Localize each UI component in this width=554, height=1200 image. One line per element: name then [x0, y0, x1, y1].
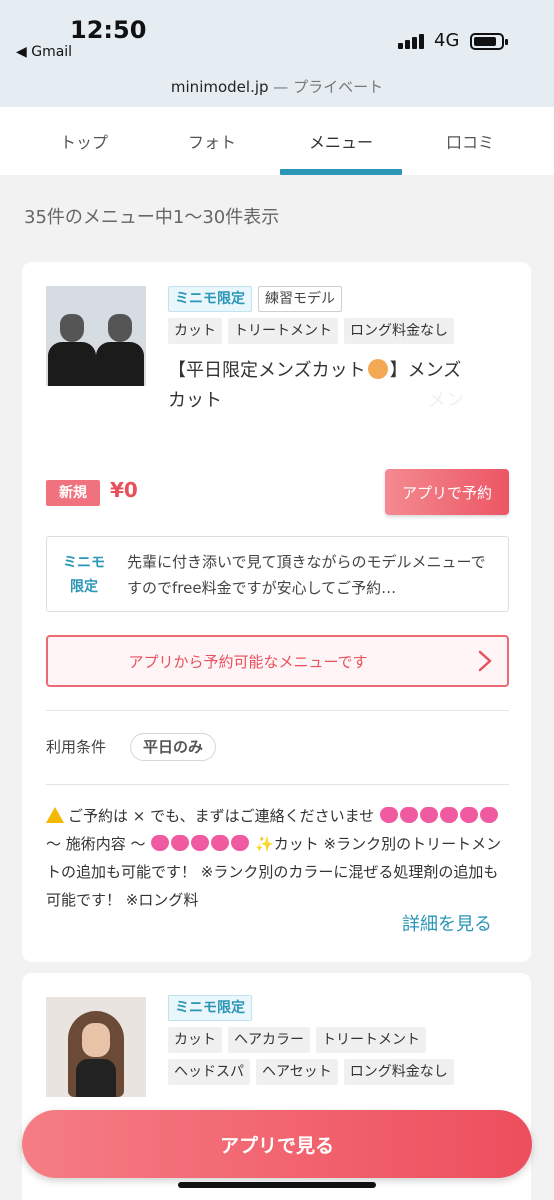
- page-content: トップ フォト メニュー 口コミ 35件のメニュー中1〜30件表示 ミニモ限定 …: [0, 107, 554, 1200]
- model-photo-face: [82, 1023, 110, 1057]
- menu-thumbnail[interactable]: [46, 997, 146, 1097]
- active-tab-indicator: [280, 169, 402, 175]
- menu-thumbnail[interactable]: [46, 286, 146, 386]
- model-photo-clothes: [76, 1059, 116, 1097]
- minimo-limited-label: ミニモ限定: [63, 555, 105, 595]
- browser-top-bar: 12:50 ◀ Gmail 4G minimodel.jp — プライベート: [0, 0, 554, 107]
- url-private-label: — プライベート: [268, 78, 384, 96]
- heart-icon: [231, 835, 250, 851]
- tag-category: カット: [168, 318, 222, 344]
- battery-icon: [470, 33, 508, 50]
- tag-category: カット: [168, 1027, 222, 1053]
- tag-category: ロング料金なし: [344, 318, 454, 344]
- model-photo-figure: [96, 314, 144, 386]
- tag-category: ヘアカラー: [228, 1027, 310, 1053]
- back-to-app-link[interactable]: ◀ Gmail: [16, 44, 72, 60]
- heart-icon: [151, 835, 170, 851]
- signal-icon: [398, 34, 424, 49]
- tag-category: ヘアセット: [256, 1059, 338, 1085]
- divider: [46, 710, 509, 711]
- result-count: 35件のメニュー中1〜30件表示: [24, 207, 280, 228]
- heart-icon: [440, 807, 458, 823]
- menu-tags: ミニモ限定 練習モデル カット トリートメント ロング料金なし: [168, 286, 508, 350]
- barber-emoji-icon: [367, 359, 388, 379]
- heart-icon: [171, 835, 190, 851]
- heart-icon: [191, 835, 210, 851]
- menu-title-part: 【平日限定メンズカット: [168, 360, 366, 381]
- divider: [46, 784, 509, 785]
- condition-label: 利用条件: [46, 738, 107, 756]
- description-text: ご予約は × でも、まずはご連絡くださいませ: [68, 807, 375, 825]
- app-only-notice[interactable]: アプリから予約可能なメニューです: [46, 635, 509, 687]
- menu-tags: ミニモ限定 カット ヘアカラー トリートメント ヘッドスパ ヘアセット ロング料…: [168, 995, 508, 1091]
- menu-title-part: 】メンズ: [389, 360, 462, 381]
- heart-icon: [460, 807, 478, 823]
- menu-description: ご予約は × でも、まずはご連絡くださいませ 〜 施術内容 〜 ✨カット ※ラン…: [46, 802, 502, 914]
- model-photo-figure: [48, 314, 96, 386]
- tag-minimo-limited: ミニモ限定: [168, 995, 252, 1021]
- minimo-limited-text: 先輩に付き添いで見て頂きながらのモデルメニューですのでfree料金ですが安心して…: [127, 553, 486, 597]
- heart-icon: [400, 807, 418, 823]
- tag-category: トリートメント: [316, 1027, 426, 1053]
- condition-pill: 平日のみ: [130, 733, 217, 761]
- warning-icon: [46, 807, 64, 823]
- home-indicator: [178, 1182, 376, 1188]
- app-only-notice-text: アプリから予約可能なメニューです: [128, 653, 368, 671]
- chevron-right-icon: [478, 650, 492, 672]
- tag-minimo-limited: ミニモ限定: [168, 286, 252, 312]
- heart-icon: [211, 835, 230, 851]
- tag-category: トリートメント: [228, 318, 338, 344]
- heart-icon: [380, 807, 398, 823]
- tag-category: ロング料金なし: [343, 1059, 454, 1085]
- see-details-link[interactable]: 詳細を見る: [402, 910, 492, 936]
- view-in-app-button[interactable]: アプリで見る: [22, 1110, 532, 1178]
- description-text: 〜 施術内容 〜: [46, 835, 146, 853]
- new-customer-badge: 新規: [46, 480, 100, 506]
- tab-bar: トップ フォト メニュー 口コミ: [0, 107, 554, 175]
- tag-category: ヘッドスパ: [168, 1059, 250, 1085]
- menu-price: ¥0: [110, 478, 138, 502]
- network-type: 4G: [434, 30, 460, 51]
- menu-card[interactable]: ミニモ限定 練習モデル カット トリートメント ロング料金なし 【平日限定メンズ…: [22, 262, 531, 962]
- menu-title[interactable]: 【平日限定メンズカット 】メンズ カット メン: [168, 356, 508, 416]
- tab-reviews[interactable]: 口コミ: [410, 129, 530, 153]
- tab-photo[interactable]: フォト: [152, 129, 272, 153]
- heart-icon: [420, 807, 438, 823]
- reserve-in-app-button[interactable]: アプリで予約: [385, 469, 509, 515]
- tab-menu[interactable]: メニュー: [281, 129, 401, 153]
- url-bar[interactable]: minimodel.jp — プライベート: [0, 76, 554, 97]
- url-domain: minimodel.jp: [170, 78, 269, 96]
- tag-practice-model: 練習モデル: [258, 286, 342, 312]
- heart-icon: [480, 807, 498, 823]
- menu-title-part: カット: [168, 390, 222, 411]
- tab-top[interactable]: トップ: [24, 129, 144, 153]
- menu-title-faded: メン: [427, 390, 464, 411]
- status-time: 12:50: [70, 16, 147, 44]
- minimo-limited-box: ミニモ限定 先輩に付き添いで見て頂きながらのモデルメニューですのでfree料金で…: [46, 536, 509, 612]
